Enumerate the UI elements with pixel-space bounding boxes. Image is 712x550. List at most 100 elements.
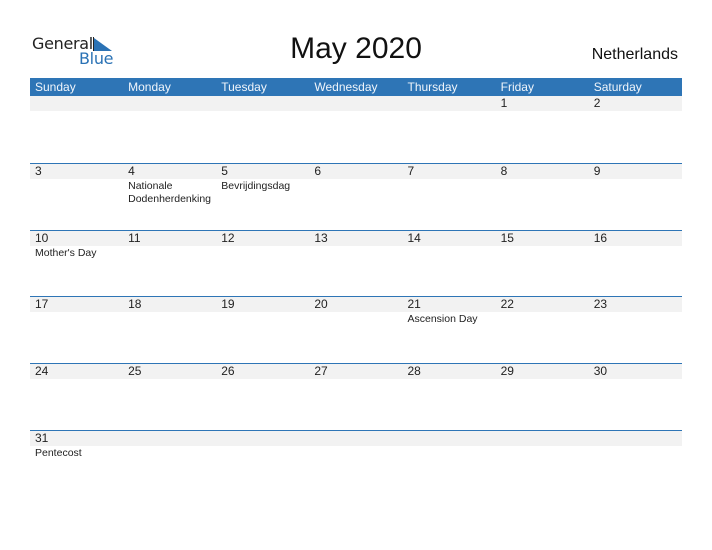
holiday-label: Bevrijdingsdag bbox=[221, 180, 291, 192]
holiday-label: Pentecost bbox=[35, 447, 82, 459]
day-number bbox=[30, 96, 124, 111]
day-cell: 13 bbox=[309, 231, 403, 298]
day-cell bbox=[123, 431, 217, 498]
day-cell: 26 bbox=[216, 364, 310, 431]
day-number: 21 bbox=[402, 297, 496, 312]
day-number: 26 bbox=[216, 364, 310, 379]
day-number: 16 bbox=[588, 231, 682, 246]
day-cell: 27 bbox=[309, 364, 403, 431]
day-cell: 8 bbox=[495, 164, 589, 231]
day-number: 17 bbox=[30, 297, 124, 312]
day-cell: 5 Bevrijdingsdag bbox=[216, 164, 310, 231]
week-row: 17 18 19 20 21 Ascension Day 22 23 bbox=[30, 296, 682, 364]
day-cell: 6 bbox=[309, 164, 403, 231]
weekday-monday: Monday bbox=[128, 80, 171, 94]
day-cell: 2 bbox=[588, 96, 682, 163]
holiday-label: Nationale Dodenherdenking bbox=[128, 180, 212, 205]
day-number: 5 bbox=[216, 164, 310, 179]
week-row: 31 Pentecost bbox=[30, 430, 682, 498]
day-cell: 29 bbox=[495, 364, 589, 431]
day-number bbox=[123, 96, 217, 111]
day-cell bbox=[216, 431, 310, 498]
day-number: 2 bbox=[588, 96, 682, 111]
week-row: 12 bbox=[30, 96, 682, 163]
day-number: 29 bbox=[495, 364, 589, 379]
day-cell bbox=[402, 96, 496, 163]
day-cell: 3 bbox=[30, 164, 124, 231]
day-cell: 23 bbox=[588, 297, 682, 364]
day-number bbox=[216, 96, 310, 111]
day-number bbox=[123, 431, 217, 446]
day-cell bbox=[309, 431, 403, 498]
day-cell: 20 bbox=[309, 297, 403, 364]
day-number: 18 bbox=[123, 297, 217, 312]
day-number bbox=[309, 431, 403, 446]
day-cell: 31 Pentecost bbox=[30, 431, 124, 498]
day-number: 23 bbox=[588, 297, 682, 312]
weekday-friday: Friday bbox=[500, 80, 534, 94]
day-number bbox=[216, 431, 310, 446]
weekday-sunday: Sunday bbox=[35, 80, 76, 94]
day-number: 3 bbox=[30, 164, 124, 179]
day-cell bbox=[402, 431, 496, 498]
day-cell: 12 bbox=[216, 231, 310, 298]
week-row: 24 25 26 27 28 29 30 bbox=[30, 363, 682, 431]
day-cell: 24 bbox=[30, 364, 124, 431]
day-number: 10 bbox=[30, 231, 124, 246]
day-number: 30 bbox=[588, 364, 682, 379]
week-row: 3 4 Nationale Dodenherdenking 5 Bevrijdingsd… bbox=[30, 163, 682, 231]
day-number: 8 bbox=[495, 164, 589, 179]
holiday-label: Mother's Day bbox=[35, 247, 97, 259]
day-cell: 11 bbox=[123, 231, 217, 298]
day-number: 14 bbox=[402, 231, 496, 246]
weekday-wednesday: Wednesday bbox=[314, 80, 378, 94]
day-cell: 7 bbox=[402, 164, 496, 231]
day-cell bbox=[123, 96, 217, 163]
day-cell bbox=[309, 96, 403, 163]
day-number: 28 bbox=[402, 364, 496, 379]
day-number: 19 bbox=[216, 297, 310, 312]
day-number: 12 bbox=[216, 231, 310, 246]
day-number: 20 bbox=[309, 297, 403, 312]
weekday-saturday: Saturday bbox=[593, 80, 642, 94]
day-cell: 14 bbox=[402, 231, 496, 298]
day-cell: 9 bbox=[588, 164, 682, 231]
day-number: 6 bbox=[309, 164, 403, 179]
day-cell: 16 bbox=[588, 231, 682, 298]
day-number: 31 bbox=[30, 431, 124, 446]
day-number: 4 bbox=[123, 164, 217, 179]
day-number bbox=[495, 431, 589, 446]
day-cell: 4 Nationale Dodenherdenking bbox=[123, 164, 217, 231]
week-row: 10 Mother's Day 11 12 13 14 15 16 bbox=[30, 230, 682, 298]
weekday-thursday: Thursday bbox=[407, 80, 458, 94]
day-cell: 30 bbox=[588, 364, 682, 431]
day-cell bbox=[495, 431, 589, 498]
day-cell bbox=[30, 96, 124, 163]
day-number bbox=[402, 96, 496, 111]
day-number: 27 bbox=[309, 364, 403, 379]
day-cell: 19 bbox=[216, 297, 310, 364]
day-cell: 15 bbox=[495, 231, 589, 298]
day-cell: 25 bbox=[123, 364, 217, 431]
day-number bbox=[588, 431, 682, 446]
day-cell: 18 bbox=[123, 297, 217, 364]
weekday-tuesday: Tuesday bbox=[221, 80, 267, 94]
day-cell bbox=[216, 96, 310, 163]
day-cell: 22 bbox=[495, 297, 589, 364]
weekday-header: Sunday Monday Tuesday Wednesday Thursday… bbox=[30, 78, 682, 96]
day-number: 9 bbox=[588, 164, 682, 179]
holiday-label: Ascension Day bbox=[407, 313, 478, 325]
day-cell: 17 bbox=[30, 297, 124, 364]
day-number: 7 bbox=[402, 164, 496, 179]
day-cell: 1 bbox=[495, 96, 589, 163]
day-number: 1 bbox=[495, 96, 589, 111]
day-number: 22 bbox=[495, 297, 589, 312]
day-number: 24 bbox=[30, 364, 124, 379]
day-number bbox=[402, 431, 496, 446]
day-cell: 10 Mother's Day bbox=[30, 231, 124, 298]
day-number: 15 bbox=[495, 231, 589, 246]
day-cell: 28 bbox=[402, 364, 496, 431]
day-number: 13 bbox=[309, 231, 403, 246]
day-cell bbox=[588, 431, 682, 498]
day-cell: 21 Ascension Day bbox=[402, 297, 496, 364]
